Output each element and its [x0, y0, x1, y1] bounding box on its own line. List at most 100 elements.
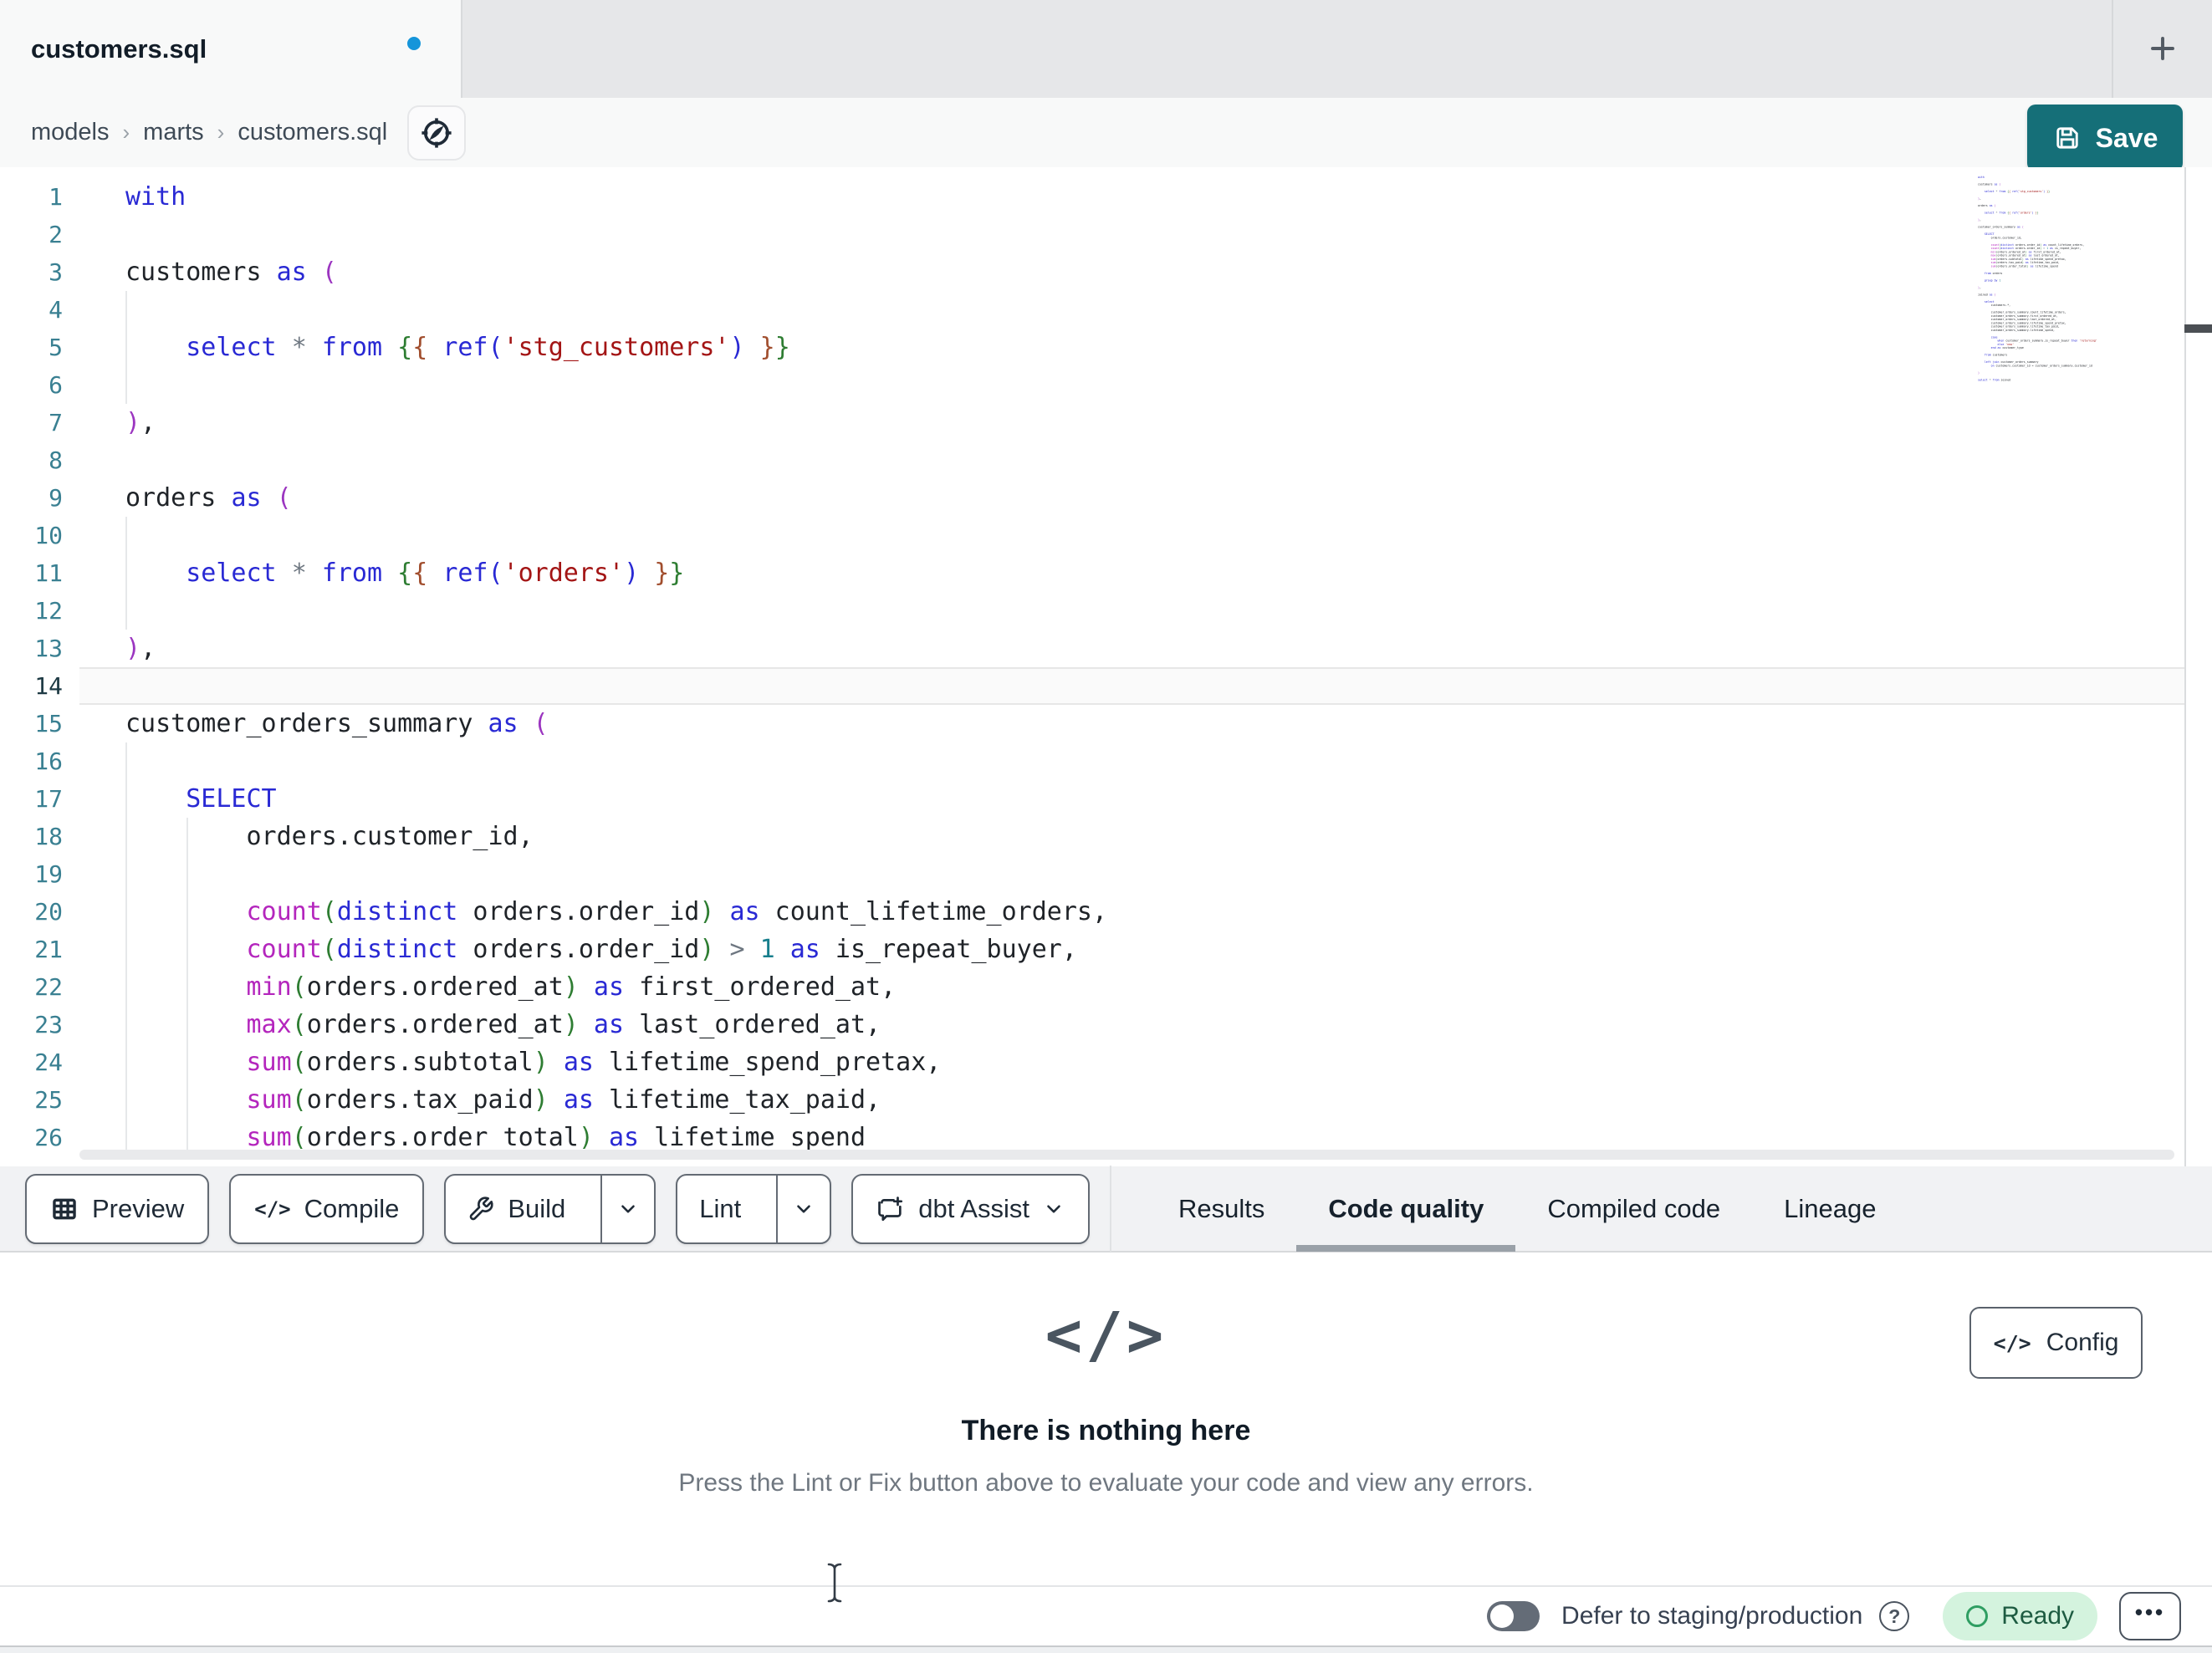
line-number: 20	[34, 898, 63, 926]
tab-compiled-code[interactable]: Compiled code	[1515, 1166, 1752, 1252]
line-number: 16	[34, 747, 63, 775]
line-number: 6	[49, 371, 63, 399]
lint-dropdown-button[interactable]	[776, 1175, 830, 1242]
build-button[interactable]: Build	[446, 1176, 587, 1242]
wrench-icon	[467, 1196, 494, 1222]
unsaved-changes-dot-icon	[407, 37, 421, 50]
defer-label: Defer to staging/production	[1561, 1602, 1863, 1630]
more-options-button[interactable]: •••	[2119, 1592, 2181, 1640]
code-line-text	[79, 667, 2184, 705]
new-tab-button[interactable]	[2134, 20, 2191, 77]
breadcrumb-customers-sql[interactable]: customers.sql	[238, 119, 387, 146]
code-line-11[interactable]: 11 select * from {{ ref('orders') }}	[0, 554, 2184, 592]
breadcrumb-marts[interactable]: marts	[143, 119, 204, 146]
empty-state: </> There is nothing here Press the Lint…	[0, 1299, 2212, 1497]
minimap[interactable]: with customers as ( select * from {{ ref…	[1978, 176, 2177, 393]
code-line-19[interactable]: 19	[0, 855, 2184, 893]
code-line-text: SELECT	[186, 784, 277, 814]
line-number: 15	[34, 710, 63, 737]
code-line-text: select * from {{ ref('stg_customers') }}	[186, 333, 790, 362]
config-button[interactable]: </> Config	[1969, 1307, 2143, 1379]
code-editor[interactable]: 1 with 2 3 customers as (4 5 select * from {{…	[0, 167, 2212, 1166]
ready-status-badge: Ready	[1943, 1592, 2097, 1640]
lint-button[interactable]: Lint	[677, 1176, 763, 1242]
dbt-assist-button[interactable]: dbt Assist	[851, 1173, 1090, 1244]
lint-split-button: Lint	[676, 1173, 832, 1244]
code-line-text: count(distinct orders.order_id) as count…	[246, 897, 1108, 926]
tab-results[interactable]: Results	[1147, 1166, 1296, 1252]
preview-label: Preview	[92, 1193, 185, 1223]
breadcrumb-separator: ›	[122, 120, 130, 145]
code-quality-panel: </> There is nothing here Press the Lint…	[0, 1254, 2212, 1585]
code-line-20[interactable]: 20 count(distinct orders.order_id) as co…	[0, 893, 2184, 931]
overview-ruler[interactable]	[2184, 167, 2212, 1166]
save-button[interactable]: Save	[2027, 105, 2183, 171]
line-number: 11	[34, 559, 63, 587]
code-line-text	[79, 366, 2184, 404]
code-line-12[interactable]: 12	[0, 592, 2184, 630]
code-line-9[interactable]: 9 orders as (	[0, 479, 2184, 517]
chevron-down-icon	[1043, 1198, 1065, 1220]
line-number: 13	[34, 635, 63, 662]
plus-icon	[2148, 33, 2178, 64]
tab-title: customers.sql	[31, 33, 207, 64]
config-label: Config	[2046, 1329, 2119, 1356]
code-line-1[interactable]: 1 with	[0, 178, 2184, 216]
code-line-16[interactable]: 16	[0, 742, 2184, 780]
code-line-25[interactable]: 25 sum(orders.tax_paid) as lifetime_tax_…	[0, 1081, 2184, 1119]
breadcrumb-models[interactable]: models	[31, 119, 110, 146]
code-line-text	[79, 855, 2184, 893]
ready-label: Ready	[2001, 1602, 2074, 1630]
save-button-label: Save	[2095, 122, 2158, 153]
line-number: 17	[34, 785, 63, 813]
code-line-14[interactable]: 14	[0, 667, 2184, 705]
code-line-23[interactable]: 23 max(orders.ordered_at) as last_ordere…	[0, 1006, 2184, 1043]
build-dropdown-button[interactable]	[600, 1175, 654, 1242]
code-line-7[interactable]: 7),	[0, 404, 2184, 441]
code-line-3[interactable]: 3 customers as (	[0, 253, 2184, 291]
breadcrumb-separator: ›	[217, 120, 225, 145]
text-cursor-pointer	[824, 1562, 845, 1604]
compile-button[interactable]: </> Compile	[229, 1173, 425, 1244]
line-number: 10	[34, 522, 63, 549]
help-icon[interactable]: ?	[1879, 1601, 1910, 1631]
code-line-text: select * from {{ ref('orders') }}	[186, 559, 685, 588]
code-line-5[interactable]: 5 select * from {{ ref('stg_customers') …	[0, 329, 2184, 366]
code-line-22[interactable]: 22 min(orders.ordered_at) as first_order…	[0, 968, 2184, 1006]
code-line-10[interactable]: 10	[0, 517, 2184, 554]
code-line-text	[79, 216, 2184, 253]
build-label: Build	[508, 1193, 566, 1223]
tab-bar-divider	[2112, 0, 2113, 98]
compile-label: Compile	[304, 1193, 400, 1223]
code-line-13[interactable]: 13),	[0, 630, 2184, 667]
line-number: 19	[34, 860, 63, 888]
line-number: 8	[49, 446, 63, 474]
code-line-24[interactable]: 24 sum(orders.subtotal) as lifetime_spen…	[0, 1043, 2184, 1081]
tab-customers-sql[interactable]: customers.sql	[0, 0, 462, 98]
defer-toggle[interactable]	[1487, 1601, 1540, 1631]
code-line-6[interactable]: 6	[0, 366, 2184, 404]
code-brackets-icon: </>	[1045, 1299, 1167, 1371]
code-line-17[interactable]: 17 SELECT	[0, 780, 2184, 818]
tab-code-quality[interactable]: Code quality	[1296, 1166, 1516, 1252]
preview-button[interactable]: Preview	[25, 1173, 210, 1244]
code-brackets-icon: </>	[254, 1196, 291, 1221]
empty-state-subtitle: Press the Lint or Fix button above to ev…	[678, 1469, 1534, 1497]
horizontal-scrollbar[interactable]	[79, 1150, 2174, 1160]
lineage-compass-button[interactable]	[407, 105, 466, 161]
code-line-4[interactable]: 4	[0, 291, 2184, 329]
compass-icon	[418, 115, 455, 151]
code-line-8[interactable]: 8	[0, 441, 2184, 479]
code-lines-container: 1 with 2 3 customers as (4 5 select * from {{…	[0, 178, 2184, 1156]
code-line-18[interactable]: 18 orders.customer_id,	[0, 818, 2184, 855]
build-split-button: Build	[444, 1173, 656, 1244]
code-line-15[interactable]: 15 customer_orders_summary as (	[0, 705, 2184, 742]
code-line-text: orders as (	[125, 483, 292, 513]
line-number: 24	[34, 1048, 63, 1076]
tab-lineage[interactable]: Lineage	[1752, 1166, 1908, 1252]
dbt-ide-window: customers.sql models › marts › customers…	[0, 0, 2212, 1653]
code-line-2[interactable]: 2	[0, 216, 2184, 253]
code-line-text: min(orders.ordered_at) as first_ordered_…	[246, 972, 897, 1002]
code-line-21[interactable]: 21 count(distinct orders.order_id) > 1 a…	[0, 931, 2184, 968]
file-header-row: models › marts › customers.sql Save	[0, 98, 2212, 171]
